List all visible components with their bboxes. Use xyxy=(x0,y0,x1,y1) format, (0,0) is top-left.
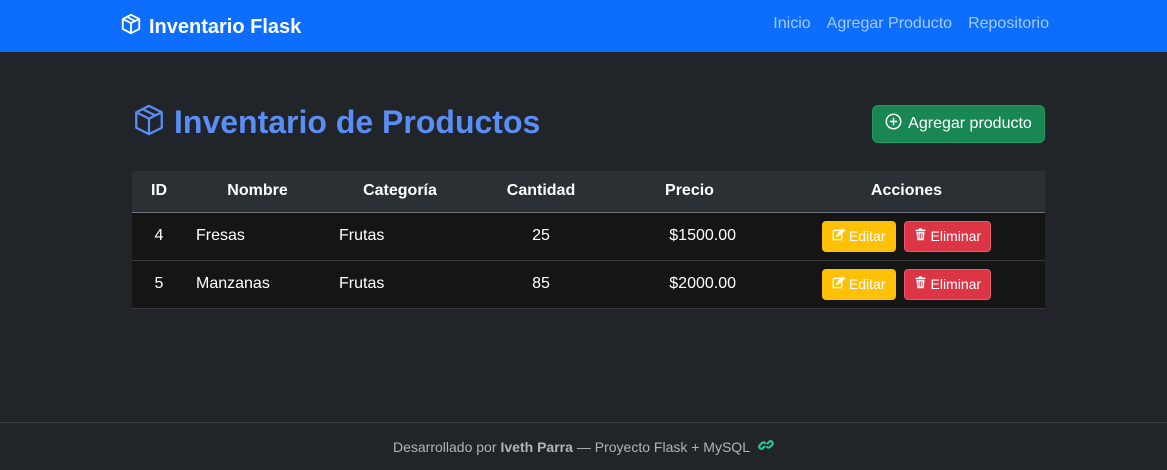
edit-icon xyxy=(832,228,846,244)
add-product-label: Agregar producto xyxy=(908,115,1032,132)
cell-categoria: Frutas xyxy=(329,212,471,261)
table-row: 5 Manzanas Frutas 85 $2000.00 Editar Eli… xyxy=(132,260,1045,309)
box-icon xyxy=(120,13,142,41)
plus-circle-icon xyxy=(885,113,902,135)
edit-icon xyxy=(832,276,846,292)
column-header-acciones: Acciones xyxy=(768,171,1045,213)
table-header-row: ID Nombre Categoría Cantidad Precio Acci… xyxy=(132,171,1045,213)
navbar: Inventario Flask Inicio Agregar Producto… xyxy=(0,0,1167,52)
cell-nombre: Fresas xyxy=(186,212,329,261)
add-product-button[interactable]: Agregar producto xyxy=(872,105,1045,143)
cell-cantidad: 25 xyxy=(471,212,611,261)
page-title: Inventario de Productos xyxy=(174,104,541,140)
cell-precio: $2000.00 xyxy=(611,260,768,309)
trash-icon xyxy=(914,276,927,292)
column-header-id: ID xyxy=(132,171,186,213)
nav-link-repositorio[interactable]: Repositorio xyxy=(968,15,1049,33)
footer: Desarrollado por Iveth Parra — Proyecto … xyxy=(0,422,1167,470)
delete-label: Eliminar xyxy=(930,276,982,292)
delete-button[interactable]: Eliminar xyxy=(903,220,992,252)
nav-link-inicio[interactable]: Inicio xyxy=(773,15,810,33)
trash-icon xyxy=(914,228,927,244)
box-icon xyxy=(132,103,166,142)
page-header: Inventario de Productos xyxy=(132,103,540,142)
cell-acciones: Editar Eliminar xyxy=(768,260,1045,309)
edit-label: Editar xyxy=(848,228,886,244)
delete-button[interactable]: Eliminar xyxy=(903,268,992,300)
nav-links: Inicio Agregar Producto Repositorio xyxy=(773,15,1049,33)
edit-label: Editar xyxy=(848,276,886,292)
cell-cantidad: 85 xyxy=(471,260,611,309)
cell-id: 5 xyxy=(132,260,186,309)
column-header-nombre: Nombre xyxy=(186,171,329,213)
column-header-precio: Precio xyxy=(611,171,768,213)
cell-categoria: Frutas xyxy=(329,260,471,309)
footer-author: Iveth Parra xyxy=(500,438,573,455)
edit-button[interactable]: Editar xyxy=(821,268,896,300)
products-table: ID Nombre Categoría Cantidad Precio Acci… xyxy=(132,171,1045,309)
brand-label: Inventario Flask xyxy=(149,15,302,38)
nav-link-agregar-producto[interactable]: Agregar Producto xyxy=(827,15,952,33)
column-header-categoria: Categoría xyxy=(329,171,471,213)
footer-prefix: Desarrollado por xyxy=(393,438,497,455)
cell-id: 4 xyxy=(132,212,186,261)
cell-acciones: Editar Eliminar xyxy=(768,212,1045,261)
navbar-brand[interactable]: Inventario Flask xyxy=(120,13,301,41)
footer-suffix: — Proyecto Flask + MySQL xyxy=(576,438,750,455)
edit-button[interactable]: Editar xyxy=(821,220,896,252)
table-row: 4 Fresas Frutas 25 $1500.00 Editar Elimi… xyxy=(132,212,1045,261)
link-icon xyxy=(754,437,774,456)
column-header-cantidad: Cantidad xyxy=(471,171,611,213)
cell-nombre: Manzanas xyxy=(186,260,329,309)
delete-label: Eliminar xyxy=(930,228,982,244)
cell-precio: $1500.00 xyxy=(611,212,768,261)
